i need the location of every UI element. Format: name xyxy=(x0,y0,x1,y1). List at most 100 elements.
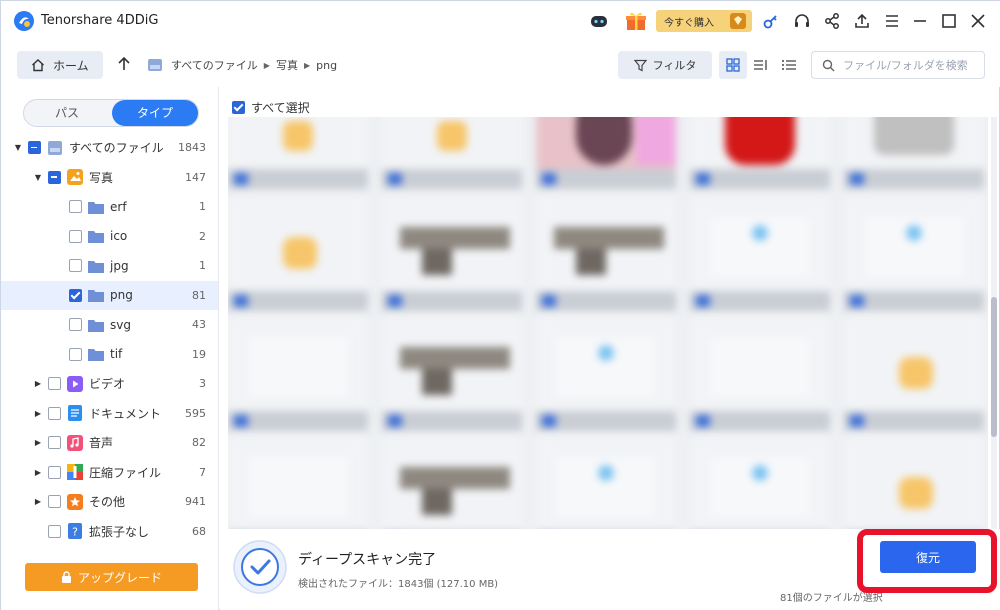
expand-arrow-icon[interactable]: ▶ xyxy=(33,497,43,507)
file-thumbnail[interactable] xyxy=(536,197,676,311)
breadcrumb-item[interactable]: 写真 xyxy=(276,57,298,73)
file-thumbnail[interactable] xyxy=(844,117,984,189)
file-thumbnail[interactable] xyxy=(228,437,368,529)
tree-item-documents[interactable]: ▶ ドキュメント 595 xyxy=(1,399,218,429)
scan-status-detail: 検出されたファイル：1843個 (127.10 MB) xyxy=(298,579,499,590)
file-thumbnail[interactable] xyxy=(382,197,522,311)
tree-item-label: すべてのファイル xyxy=(69,141,164,156)
file-thumbnail[interactable] xyxy=(844,437,984,529)
collapse-arrow-icon[interactable]: ▼ xyxy=(33,172,43,182)
collapse-arrow-icon[interactable]: ▼ xyxy=(13,143,23,153)
file-thumbnail[interactable] xyxy=(228,117,368,189)
file-thumbnail[interactable] xyxy=(690,437,830,529)
grid-view-icon xyxy=(726,58,740,72)
tree-item-svg[interactable]: svg 43 xyxy=(1,310,218,340)
expand-arrow-icon[interactable]: ▶ xyxy=(33,408,43,418)
home-button[interactable]: ホーム xyxy=(17,51,103,79)
file-thumbnail[interactable] xyxy=(690,117,830,189)
checkbox[interactable] xyxy=(69,318,82,332)
scrollbar-thumb[interactable] xyxy=(991,297,997,437)
tree-item-png[interactable]: png 81 xyxy=(1,280,218,310)
list-view-button[interactable] xyxy=(775,51,803,79)
tree-item-other[interactable]: ▶ その他 941 xyxy=(1,487,218,517)
tree-item-label: 拡張子なし xyxy=(89,524,150,539)
file-thumbnail[interactable] xyxy=(382,317,522,431)
checkbox-partial[interactable] xyxy=(28,141,41,155)
breadcrumb-item[interactable]: png xyxy=(316,59,337,72)
vertical-scrollbar[interactable] xyxy=(991,117,997,529)
tree-item-label: jpg xyxy=(110,258,129,273)
tree-item-no-extension[interactable]: ? 拡張子なし 68 xyxy=(1,517,218,547)
file-thumbnail[interactable] xyxy=(382,437,522,529)
checkbox[interactable] xyxy=(48,524,61,538)
file-thumbnail[interactable] xyxy=(690,317,830,431)
tree-item-tif[interactable]: tif 19 xyxy=(1,340,218,370)
tree-item-jpg[interactable]: jpg 1 xyxy=(1,251,218,281)
gift-icon[interactable] xyxy=(624,9,648,33)
maximize-icon[interactable] xyxy=(939,11,959,31)
file-thumbnail[interactable] xyxy=(690,197,830,311)
tree-item-erf[interactable]: erf 1 xyxy=(1,192,218,222)
upgrade-button[interactable]: アップグレード xyxy=(25,563,198,591)
drive-icon xyxy=(47,140,63,156)
scan-complete-icon xyxy=(233,540,287,594)
file-thumbnail[interactable] xyxy=(844,197,984,311)
share-icon[interactable] xyxy=(822,11,842,31)
checkbox[interactable] xyxy=(69,259,82,273)
breadcrumb-item[interactable]: すべてのファイル xyxy=(171,57,258,73)
key-icon[interactable] xyxy=(761,11,781,31)
checkbox[interactable] xyxy=(48,495,61,509)
file-thumbnail[interactable] xyxy=(228,317,368,431)
up-arrow-icon[interactable] xyxy=(115,55,133,73)
tab-type[interactable]: タイプ xyxy=(112,100,198,126)
tree-item-archives[interactable]: ▶ 圧縮ファイル 7 xyxy=(1,458,218,488)
checkbox[interactable] xyxy=(69,347,82,361)
checkbox-checked[interactable] xyxy=(232,101,245,114)
breadcrumb-separator-icon: ▶ xyxy=(303,60,311,70)
tree-item-ico[interactable]: ico 2 xyxy=(1,222,218,252)
select-all-checkbox[interactable]: すべて選択 xyxy=(232,99,310,116)
document-icon xyxy=(67,405,83,422)
tree-item-photos[interactable]: ▼ 写真 147 xyxy=(1,163,218,193)
search-input[interactable]: ファイル/フォルダを検索 xyxy=(811,51,985,79)
checkbox[interactable] xyxy=(69,200,82,214)
file-thumbnail[interactable] xyxy=(536,437,676,529)
upload-icon[interactable] xyxy=(852,11,872,31)
tree-item-label: 音声 xyxy=(89,436,114,451)
close-icon[interactable] xyxy=(968,11,988,31)
expand-arrow-icon[interactable]: ▶ xyxy=(33,379,43,389)
tree-item-all-files[interactable]: ▼ すべてのファイル 1843 xyxy=(1,133,218,163)
file-thumbnail[interactable] xyxy=(536,117,676,189)
expand-arrow-icon[interactable]: ▶ xyxy=(33,467,43,477)
tree-item-count: 81 xyxy=(192,288,206,302)
tree-item-video[interactable]: ▶ ビデオ 3 xyxy=(1,369,218,399)
filter-button[interactable]: フィルタ xyxy=(618,51,712,79)
checkbox[interactable] xyxy=(48,465,61,479)
tree-item-count: 1 xyxy=(199,259,206,273)
headset-icon[interactable] xyxy=(792,11,812,31)
checkbox-partial[interactable] xyxy=(48,170,61,184)
buy-now-button[interactable]: 今すぐ購入 xyxy=(656,10,752,32)
minimize-icon[interactable] xyxy=(910,11,930,31)
file-thumbnail[interactable] xyxy=(228,197,368,311)
checkbox[interactable] xyxy=(48,406,61,420)
archive-icon xyxy=(67,464,83,481)
checkbox[interactable] xyxy=(69,229,82,243)
file-thumbnail[interactable] xyxy=(382,117,522,189)
file-thumbnail[interactable] xyxy=(844,317,984,431)
select-all-label: すべて選択 xyxy=(251,101,310,115)
expand-arrow-icon[interactable]: ▶ xyxy=(33,438,43,448)
checkbox-checked[interactable] xyxy=(69,288,82,302)
tree-item-count: 2 xyxy=(199,229,206,243)
checkbox[interactable] xyxy=(48,436,61,450)
detail-view-button[interactable] xyxy=(747,51,775,79)
checkbox[interactable] xyxy=(48,377,61,391)
grid-view-button[interactable] xyxy=(719,51,747,79)
tab-path[interactable]: パス xyxy=(24,100,110,126)
tree-item-audio[interactable]: ▶ 音声 82 xyxy=(1,428,218,458)
menu-icon[interactable] xyxy=(882,11,902,31)
robot-icon[interactable] xyxy=(589,11,609,31)
file-type-tree: ▼ すべてのファイル 1843 ▼ 写真 147 erf 1 ico 2 jpg… xyxy=(1,133,218,546)
file-thumbnail[interactable] xyxy=(536,317,676,431)
tree-item-count: 1843 xyxy=(178,141,206,155)
